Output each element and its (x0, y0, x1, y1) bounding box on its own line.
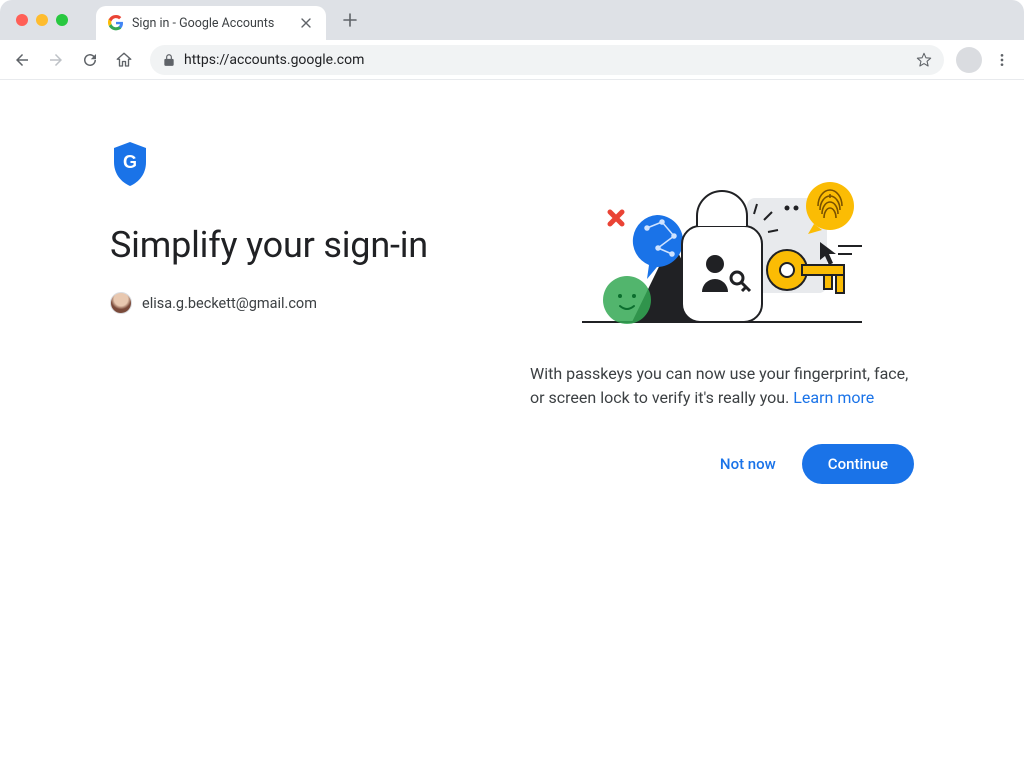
profile-avatar-button[interactable] (956, 47, 982, 73)
window-controls (0, 14, 68, 26)
account-avatar (110, 292, 132, 314)
address-bar[interactable]: https://accounts.google.com (150, 45, 944, 75)
account-email: elisa.g.beckett@gmail.com (142, 295, 317, 312)
menu-button[interactable] (988, 46, 1016, 74)
new-tab-button[interactable] (336, 6, 364, 34)
minimize-window-button[interactable] (36, 14, 48, 26)
svg-text:G: G (123, 152, 137, 172)
browser-chrome: Sign in - Google Accounts https://accoun… (0, 0, 1024, 80)
tab-title: Sign in - Google Accounts (132, 16, 298, 31)
left-column: G Simplify your sign-in elisa.g.beckett@… (110, 140, 530, 484)
browser-toolbar: https://accounts.google.com (0, 40, 1024, 80)
page-title: Simplify your sign-in (110, 224, 530, 266)
reload-button[interactable] (76, 46, 104, 74)
lock-icon (162, 53, 176, 67)
not-now-button[interactable]: Not now (704, 445, 792, 483)
url-text: https://accounts.google.com (184, 52, 364, 68)
home-button[interactable] (110, 46, 138, 74)
browser-tab[interactable]: Sign in - Google Accounts (96, 6, 326, 40)
page-content: G Simplify your sign-in elisa.g.beckett@… (0, 80, 1024, 484)
close-window-button[interactable] (16, 14, 28, 26)
account-chip[interactable]: elisa.g.beckett@gmail.com (110, 292, 530, 314)
description: With passkeys you can now use your finge… (530, 362, 914, 410)
learn-more-link[interactable]: Learn more (793, 388, 874, 407)
forward-button[interactable] (42, 46, 70, 74)
titlebar: Sign in - Google Accounts (0, 0, 1024, 40)
maximize-window-button[interactable] (56, 14, 68, 26)
right-column: With passkeys you can now use your finge… (530, 140, 914, 484)
action-row: Not now Continue (530, 444, 914, 484)
back-button[interactable] (8, 46, 36, 74)
google-favicon (108, 15, 124, 31)
google-shield-logo: G (110, 140, 150, 188)
continue-button[interactable]: Continue (802, 444, 914, 484)
illustration (530, 140, 914, 340)
close-tab-button[interactable] (298, 15, 314, 31)
bookmark-star-icon[interactable] (916, 52, 932, 68)
